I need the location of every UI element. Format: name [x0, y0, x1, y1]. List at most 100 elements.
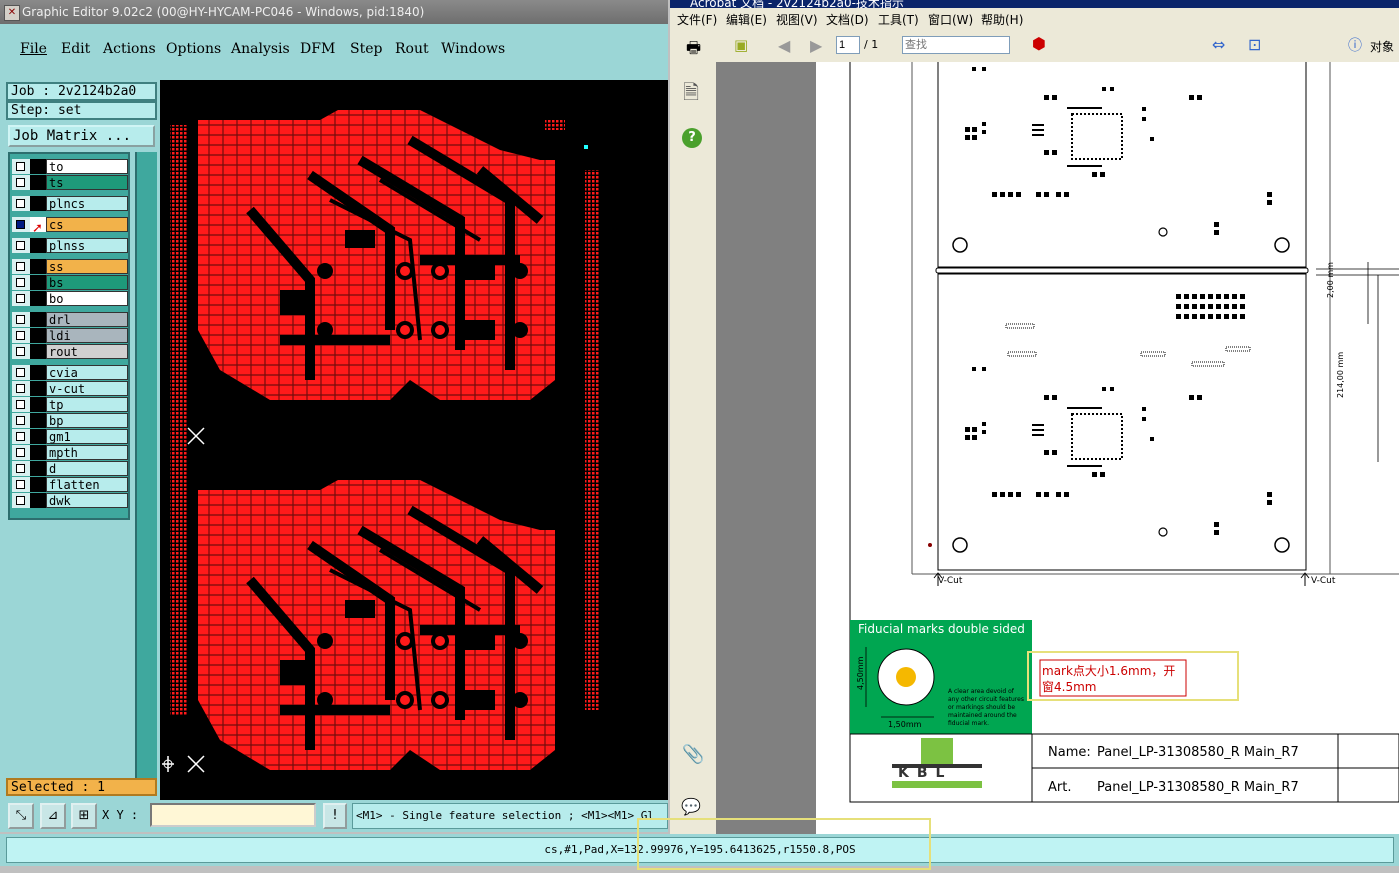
layer-checkbox[interactable] — [12, 397, 30, 412]
print-icon[interactable]: 🖶 — [686, 37, 701, 64]
layer-indicator — [30, 493, 46, 508]
layer-name: mpth — [46, 445, 128, 460]
vcut-right-label: V-Cut — [1311, 576, 1336, 586]
layer-row-gm1[interactable]: gm1 — [12, 429, 128, 444]
layer-row-rout[interactable]: rout — [12, 344, 128, 359]
pages-icon[interactable]: 🗎 — [683, 78, 699, 112]
exclamation-icon[interactable]: ! — [323, 803, 347, 829]
selected-count: Selected : 1 — [6, 778, 157, 796]
layer-name: d — [46, 461, 128, 476]
company-logo: KBL — [898, 765, 953, 781]
layer-row-cs[interactable]: ➚ cs — [12, 217, 128, 236]
layer-row-bo[interactable]: bo — [12, 291, 128, 306]
ac-menu-file[interactable]: 文件(F) — [677, 11, 717, 28]
menu-analysis[interactable]: Analysis — [231, 41, 290, 57]
layer-checkbox[interactable] — [12, 445, 30, 460]
layer-checkbox[interactable] — [12, 365, 30, 380]
ac-menu-tools[interactable]: 工具(T) — [878, 11, 919, 28]
layer-row-plnss[interactable]: plnss — [12, 238, 128, 253]
layer-checkbox[interactable] — [12, 328, 30, 343]
layer-row-cvia[interactable]: cvia — [12, 365, 128, 380]
art-value: Panel_LP-31308580_R Main_R7 — [1097, 780, 1299, 795]
object-icon[interactable]: ⓘ — [1348, 35, 1362, 55]
job-matrix-button[interactable]: Job Matrix ... — [8, 125, 155, 147]
photo-icon[interactable]: ▣ — [734, 36, 748, 54]
layer-checkbox[interactable] — [12, 461, 30, 476]
next-page-icon[interactable]: ▶ — [810, 36, 822, 55]
layer-scrollbar[interactable] — [135, 152, 157, 792]
layer-checkbox[interactable] — [12, 259, 30, 274]
job-label: Job : 2v2124b2a0 — [6, 82, 157, 101]
layer-checkbox[interactable] — [12, 175, 30, 190]
menu-actions[interactable]: Actions — [103, 41, 156, 57]
layer-checkbox[interactable] — [12, 291, 30, 306]
annotation-note[interactable]: mark点大小1.6mm，开窗4.5mm — [1042, 663, 1186, 695]
acrobat-window-title: Acrobat 文档 - 2v2124b2a0-技术指示 — [690, 0, 904, 8]
xy-input[interactable] — [150, 803, 316, 827]
layer-checkbox[interactable] — [12, 196, 30, 211]
ac-menu-window[interactable]: 窗口(W) — [928, 11, 973, 28]
layer-checkbox[interactable] — [12, 344, 30, 359]
help-icon[interactable]: ? — [682, 128, 702, 148]
layer-indicator — [30, 291, 46, 306]
layer-row-plncs[interactable]: plncs — [12, 196, 128, 211]
layer-name: rout — [46, 344, 128, 359]
ac-menu-doc[interactable]: 文档(D) — [826, 11, 869, 28]
layer-row-mpth[interactable]: mpth — [12, 445, 128, 460]
menu-windows[interactable]: Windows — [441, 41, 505, 57]
pdf-icon[interactable]: ⬢ — [1032, 34, 1046, 53]
layer-checkbox[interactable] — [12, 217, 30, 232]
ac-menu-help[interactable]: 帮助(H) — [981, 11, 1023, 28]
layer-row-ts[interactable]: ts — [12, 175, 128, 190]
checkbox-icon — [16, 448, 25, 457]
layer-checkbox[interactable] — [12, 381, 30, 396]
prev-page-icon[interactable]: ◀ — [778, 36, 790, 55]
layer-row-bs[interactable]: bs — [12, 275, 128, 290]
layer-indicator — [30, 328, 46, 343]
layer-row-dwk[interactable]: dwk — [12, 493, 128, 508]
comments-icon[interactable]: 💬 — [681, 797, 701, 816]
search-input[interactable] — [902, 36, 1010, 54]
menu-edit[interactable]: Edit — [61, 41, 90, 57]
menu-dfm[interactable]: DFM — [300, 41, 335, 57]
layer-row-to[interactable]: to — [12, 159, 128, 174]
layer-checkbox[interactable] — [12, 275, 30, 290]
checkbox-icon — [16, 178, 25, 187]
layer-row-v-cut[interactable]: v-cut — [12, 381, 128, 396]
layer-row-d[interactable]: d — [12, 461, 128, 476]
menu-options[interactable]: Options — [166, 41, 221, 57]
layer-checkbox[interactable] — [12, 477, 30, 492]
layer-name: bo — [46, 291, 128, 306]
measure-icon[interactable]: ⊿ — [40, 803, 66, 829]
menu-rout[interactable]: Rout — [395, 41, 429, 57]
fit-width-icon[interactable]: ⇔ — [1212, 35, 1225, 54]
layer-row-ss[interactable]: ss — [12, 259, 128, 274]
zoom-fit-icon[interactable]: ⤡ — [8, 803, 34, 829]
grid-icon[interactable]: ⊞ — [71, 803, 97, 829]
ac-menu-edit[interactable]: 编辑(E) — [726, 11, 767, 28]
fit-page-icon[interactable]: ⊡ — [1248, 35, 1261, 54]
checkbox-icon — [16, 294, 25, 303]
ac-menu-view[interactable]: 视图(V) — [776, 11, 818, 28]
layer-checkbox[interactable] — [12, 312, 30, 327]
object-label[interactable]: 对象 — [1370, 38, 1394, 55]
layer-name: drl — [46, 312, 128, 327]
layer-checkbox[interactable] — [12, 429, 30, 444]
layer-row-ldi[interactable]: ldi — [12, 328, 128, 343]
checkbox-icon — [16, 241, 25, 250]
layer-checkbox[interactable] — [12, 159, 30, 174]
layer-checkbox[interactable] — [12, 493, 30, 508]
menu-file[interactable]: File — [20, 41, 47, 57]
dim-200-label: 2,00 mm — [1326, 262, 1335, 298]
layer-row-flatten[interactable]: flatten — [12, 477, 128, 492]
layer-checkbox[interactable] — [12, 238, 30, 253]
pcb-canvas[interactable] — [160, 80, 668, 807]
layer-row-drl[interactable]: drl — [12, 312, 128, 327]
layer-row-bp[interactable]: bp — [12, 413, 128, 428]
menu-step[interactable]: Step — [350, 41, 382, 57]
attachment-icon[interactable]: 📎 — [682, 744, 704, 765]
fiducial-dim-v: 4,50mm — [856, 656, 865, 690]
page-number-input[interactable] — [836, 36, 860, 54]
layer-row-tp[interactable]: tp — [12, 397, 128, 412]
layer-checkbox[interactable] — [12, 413, 30, 428]
